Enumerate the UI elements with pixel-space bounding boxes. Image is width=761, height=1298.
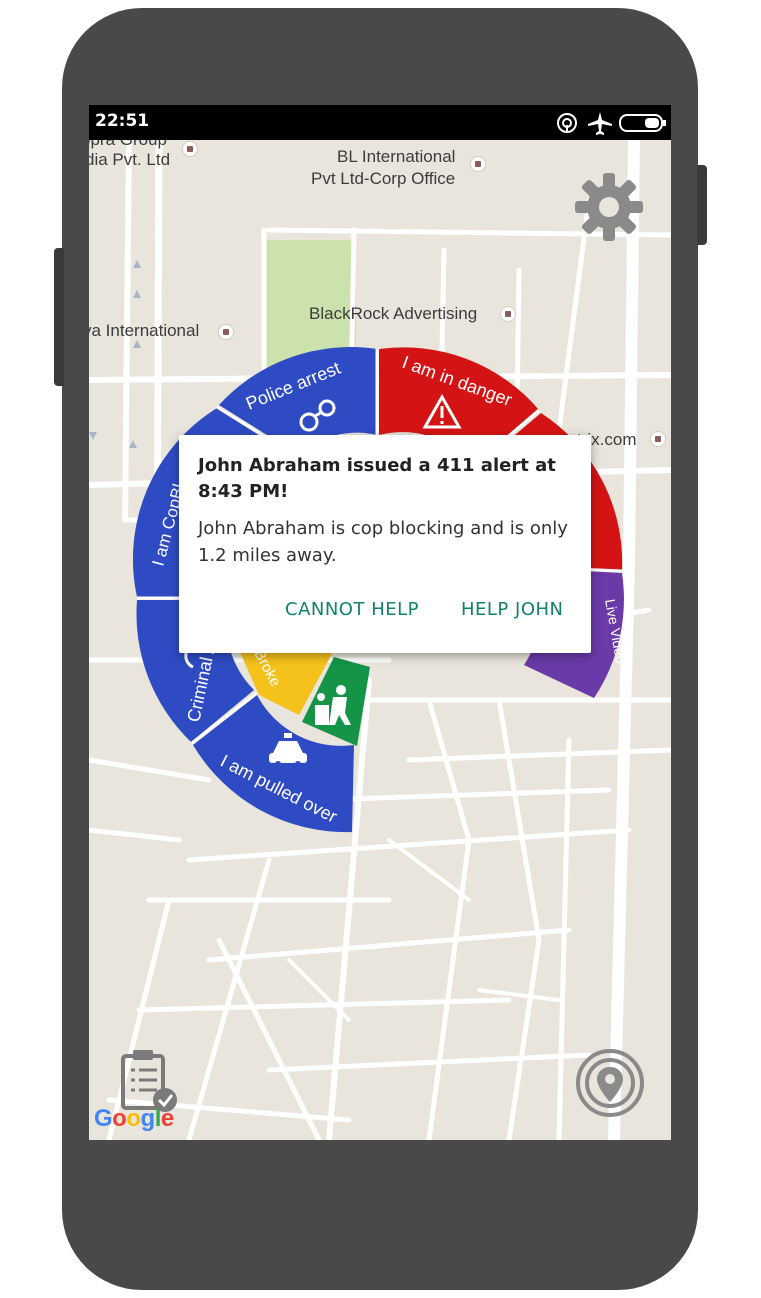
hotspot-icon [557, 113, 577, 133]
screen: ppra Group dia Pvt. Ltd BL International… [89, 105, 671, 1140]
battery-icon [619, 114, 666, 132]
settings-gear-icon[interactable] [575, 173, 643, 241]
alert-dialog: John Abraham issued a 411 alert at 8:43 … [179, 435, 591, 653]
power-button [697, 165, 707, 245]
dialog-message: John Abraham is cop blocking and is only… [198, 518, 568, 566]
status-time: 22:51 [95, 111, 150, 131]
google-attribution: Google [94, 1105, 174, 1132]
cannot-help-button[interactable]: CANNOT HELP [285, 599, 419, 620]
help-john-button[interactable]: HELP JOHN [461, 599, 564, 620]
dialog-title: John Abraham issued a 411 alert at 8:43 … [198, 455, 556, 502]
volume-button [54, 248, 64, 386]
airplane-mode-icon [588, 112, 612, 135]
status-bar: 22:51 [89, 105, 671, 140]
my-location-icon[interactable] [575, 1048, 645, 1118]
